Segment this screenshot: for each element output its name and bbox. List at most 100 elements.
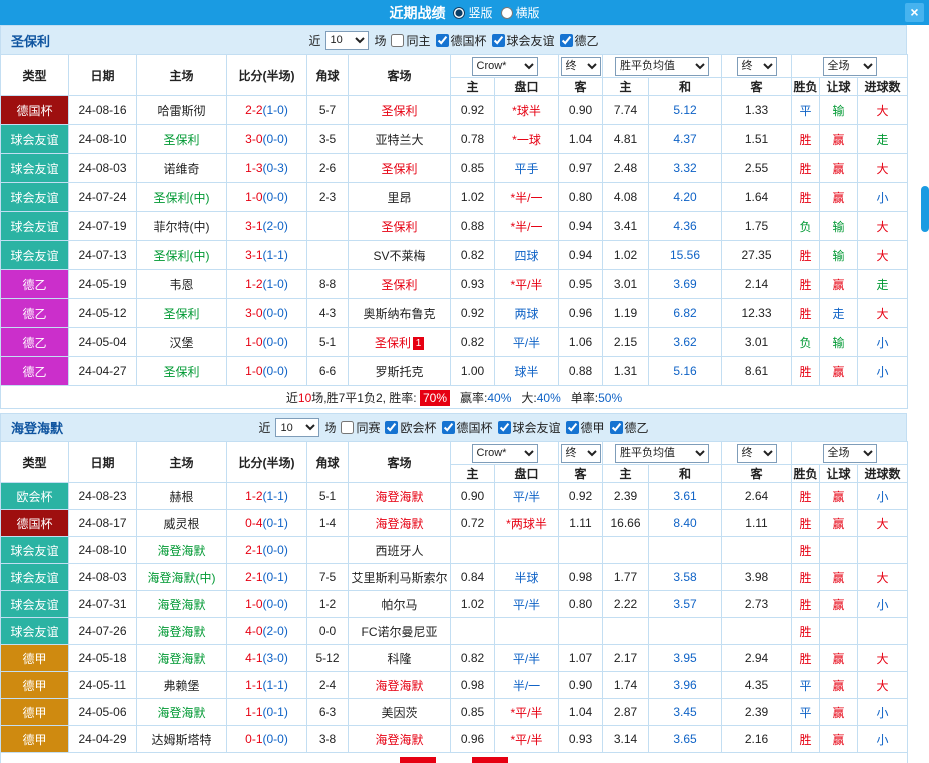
handicap-away-odds: 1.11 [559,510,603,537]
handicap-line: 半/一 [495,672,559,699]
team-bar: 海登海默 近 10 场 同赛 欧会杯德国杯球会友谊德甲德乙 [0,413,907,441]
league-checkbox[interactable] [492,34,505,47]
away-team: 科隆 [349,645,451,672]
europe-away-odds: 3.98 [722,564,792,591]
avg-odds-select[interactable]: 胜平负均值 [615,57,709,76]
goals-result-cell: 大 [858,672,908,699]
score: 4-1(3-0) [227,645,307,672]
goals-result-cell: 小 [858,726,908,753]
match-date: 24-05-18 [69,645,137,672]
league-label: 德甲 [581,419,605,436]
layout-option-horizontal[interactable]: 横版 [501,4,540,21]
competition-badge: 德乙 [1,357,69,386]
handicap-home-odds: 0.90 [451,483,495,510]
league-checkbox[interactable] [498,421,511,434]
final-odds-select-1[interactable]: 终 [561,57,601,76]
league-checkbox[interactable] [610,421,623,434]
league-checkbox[interactable] [560,34,573,47]
handicap-line: 平/半 [495,591,559,618]
final-odds-select-2[interactable]: 终 [737,444,777,463]
home-team: 海登海默 [137,591,227,618]
score: 1-0(0-0) [227,183,307,212]
result-cell: 胜 [792,357,820,386]
same-filter[interactable]: 同赛 [341,419,380,436]
league-checkbox[interactable] [566,421,579,434]
scrollbar-thumb[interactable] [921,186,929,232]
home-team: 韦恩 [137,270,227,299]
league-checkbox[interactable] [442,421,455,434]
europe-home-odds: 7.74 [603,96,649,125]
avg-odds-select[interactable]: 胜平负均值 [615,444,709,463]
handicap-result-cell: 赢 [820,270,858,299]
handicap-result-cell: 赢 [820,357,858,386]
match-count-select[interactable]: 10 [325,31,369,50]
col-goals: 进球数 [858,465,908,483]
europe-draw-odds [649,537,722,564]
away-team: 海登海默 [349,483,451,510]
vertical-radio[interactable] [453,7,465,19]
same-checkbox[interactable] [341,421,354,434]
bookmaker-select[interactable]: Crow* [472,444,538,463]
col-score: 比分(半场) [227,55,307,96]
handicap-result-cell: 赢 [820,564,858,591]
europe-draw-odds: 3.58 [649,564,722,591]
match-row: 球会友谊24-08-10海登海默2-1(0-0)西班牙人胜 [1,537,908,564]
europe-away-odds: 1.75 [722,212,792,241]
away-team: 圣保利 [349,212,451,241]
goals-result-cell: 走 [858,270,908,299]
close-icon[interactable]: × [905,3,924,22]
handicap-result-cell: 赢 [820,483,858,510]
europe-away-odds: 3.01 [722,328,792,357]
league-filter[interactable]: 球会友谊 [492,32,555,49]
away-team: 奥斯纳布鲁克 [349,299,451,328]
league-checkbox[interactable] [436,34,449,47]
handicap-line: *两球半 [495,510,559,537]
team-bar: 圣保利 近 10 场 同主 德国杯球会友谊德乙 [0,25,907,54]
handicap-away-odds: 0.92 [559,483,603,510]
home-team: 海登海默(中) [137,564,227,591]
handicap-away-odds: 0.95 [559,270,603,299]
league-filter[interactable]: 德国杯 [436,32,487,49]
horizontal-radio[interactable] [501,7,513,19]
match-date: 24-08-03 [69,154,137,183]
result-cell: 胜 [792,591,820,618]
europe-home-odds: 1.02 [603,241,649,270]
league-filter[interactable]: 德国杯 [442,419,493,436]
same-checkbox[interactable] [391,34,404,47]
final-odds-select-2[interactable]: 终 [737,57,777,76]
league-filter[interactable]: 德乙 [610,419,649,436]
handicap-result-cell [820,618,858,645]
league-filter[interactable]: 球会友谊 [498,419,561,436]
score: 1-0(0-0) [227,328,307,357]
same-filter[interactable]: 同主 [391,32,430,49]
handicap-away-odds: 0.94 [559,241,603,270]
col-date: 日期 [69,442,137,483]
match-count-select[interactable]: 10 [275,418,319,437]
league-filter[interactable]: 欧会杯 [385,419,436,436]
scope-select[interactable]: 全场 [823,57,877,76]
competition-badge: 德国杯 [1,510,69,537]
scope-select[interactable]: 全场 [823,444,877,463]
score: 2-1(0-0) [227,537,307,564]
league-filter[interactable]: 德乙 [560,32,599,49]
handicap-home-odds: 1.02 [451,183,495,212]
league-filter[interactable]: 德甲 [566,419,605,436]
europe-home-odds: 16.66 [603,510,649,537]
europe-draw-odds: 3.57 [649,591,722,618]
layout-option-vertical[interactable]: 竖版 [453,4,492,21]
europe-home-odds [603,618,649,645]
competition-badge: 德乙 [1,328,69,357]
corner-stat: 6-3 [307,699,349,726]
league-checkbox[interactable] [385,421,398,434]
handicap-away-odds: 0.80 [559,591,603,618]
match-date: 24-05-12 [69,299,137,328]
away-team: SV不莱梅 [349,241,451,270]
bookmaker-select[interactable]: Crow* [472,57,538,76]
goals-result-cell: 大 [858,564,908,591]
final-odds-select-1[interactable]: 终 [561,444,601,463]
match-date: 24-08-03 [69,564,137,591]
europe-draw-odds: 6.82 [649,299,722,328]
europe-draw-odds: 3.32 [649,154,722,183]
goals-result-cell: 小 [858,183,908,212]
bookmaker-cell: Crow* [451,442,559,465]
